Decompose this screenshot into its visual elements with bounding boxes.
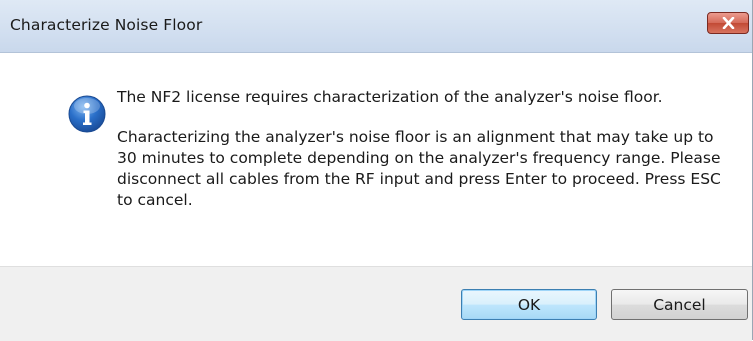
info-icon [68,95,106,133]
dialog-content: The NF2 license requires characterizatio… [0,53,752,266]
close-button[interactable] [707,12,749,34]
title-bar[interactable]: Characterize Noise Floor [0,0,752,53]
message-dialog: Characterize Noise Floor The NF2 license… [0,0,753,341]
button-bar: OK Cancel [0,266,752,341]
cancel-button[interactable]: Cancel [611,289,748,320]
message-details: Characterizing the analyzer's noise floo… [117,128,721,209]
ok-button[interactable]: OK [461,289,597,320]
window-title: Characterize Noise Floor [10,16,203,34]
close-x-icon [722,17,735,29]
message-summary: The NF2 license requires characterizatio… [117,88,663,106]
